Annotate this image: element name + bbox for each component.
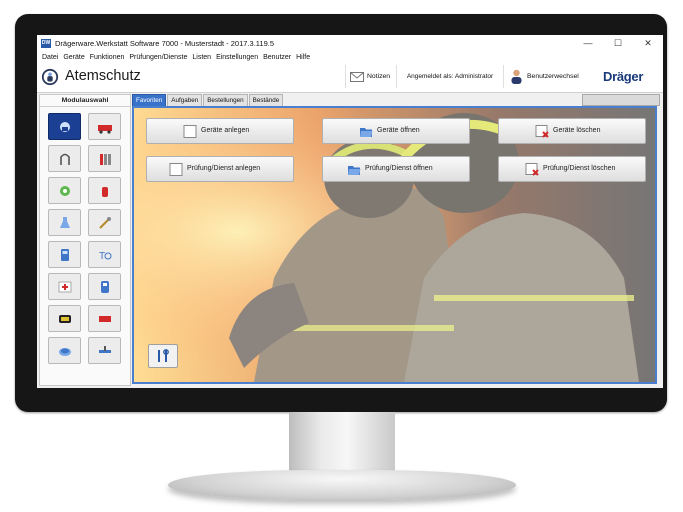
delete-devices-button[interactable]: Geräte löschen xyxy=(498,118,646,144)
sidebar-heading: Modulauswahl xyxy=(40,95,130,107)
extinguisher-icon xyxy=(101,186,108,197)
regulator-icon xyxy=(59,185,70,196)
module-tile-extinguisher[interactable] xyxy=(88,177,121,204)
open-folder-icon xyxy=(360,128,373,137)
menu-geraete[interactable]: Geräte xyxy=(63,54,84,61)
menu-hilfe[interactable]: Hilfe xyxy=(296,54,310,61)
close-button[interactable]: ✕ xyxy=(633,35,663,51)
module-tile-filter[interactable] xyxy=(48,337,81,364)
svg-text:T: T xyxy=(99,251,105,262)
module-tile-mask[interactable] xyxy=(48,113,81,140)
module-tile-fire-truck[interactable] xyxy=(88,113,121,140)
gas-detector-icon xyxy=(58,314,71,323)
filter-icon xyxy=(58,347,71,356)
page-title: Atemschutz xyxy=(65,68,141,84)
menu-funktionen[interactable]: Funktionen xyxy=(90,54,125,61)
menu-einstellungen[interactable]: Einstellungen xyxy=(216,54,258,61)
cylinder-rack-icon xyxy=(99,153,111,165)
create-test-button[interactable]: Prüfung/Dienst anlegen xyxy=(146,156,294,182)
flask-icon xyxy=(59,216,70,228)
create-test-label: Prüfung/Dienst anlegen xyxy=(187,165,261,172)
monitor-stand-base xyxy=(168,470,516,500)
delete-test-label: Prüfung/Dienst löschen xyxy=(543,165,616,172)
module-tile-valve[interactable] xyxy=(88,337,121,364)
app-window: DW Drägerware.Werkstatt Software 7000 - … xyxy=(37,35,663,388)
tools-icon xyxy=(98,216,111,229)
menu-benutzer[interactable]: Benutzer xyxy=(263,54,291,61)
test-device-icon: T xyxy=(99,251,111,262)
open-devices-label: Geräte öffnen xyxy=(377,127,420,134)
hose-icon xyxy=(59,153,70,165)
open-test-button[interactable]: Prüfung/Dienst öffnen xyxy=(322,156,470,182)
logged-in-user: Angemeldet als: Administrator xyxy=(396,65,504,88)
minimize-button[interactable]: — xyxy=(573,35,603,51)
module-tile-test-device[interactable]: T xyxy=(88,241,121,268)
notes-label: Notizen xyxy=(367,73,391,80)
mask-icon xyxy=(59,121,70,132)
title-bar: DW Drägerware.Werkstatt Software 7000 - … xyxy=(37,35,663,51)
open-devices-button[interactable]: Geräte öffnen xyxy=(322,118,470,144)
tools-button[interactable] xyxy=(148,344,178,368)
firefighter-background-image xyxy=(134,108,655,382)
module-tile-tools[interactable] xyxy=(88,209,121,236)
module-sidebar: Modulauswahl T xyxy=(39,94,131,386)
maximize-button[interactable]: ☐ xyxy=(603,35,633,51)
module-tile-chemical-suit[interactable] xyxy=(88,273,121,300)
valve-icon xyxy=(98,345,111,353)
open-folder-icon xyxy=(348,166,361,175)
search-box[interactable] xyxy=(582,94,660,106)
notes-button[interactable]: Notizen xyxy=(345,65,394,88)
tab-bar: Favoriten Aufgaben Bestellungen Bestände xyxy=(132,94,284,107)
menu-listen[interactable]: Listen xyxy=(192,54,211,61)
red-device-icon xyxy=(98,315,111,322)
breathing-mask-icon xyxy=(41,68,59,86)
open-test-label: Prüfung/Dienst öffnen xyxy=(365,165,433,172)
window-title: Drägerware.Werkstatt Software 7000 - Mus… xyxy=(55,38,274,48)
brand-logo: Dräger xyxy=(603,69,644,84)
user-icon xyxy=(511,69,522,84)
module-tile-cylinder-rack[interactable] xyxy=(88,145,121,172)
delete-test-button[interactable]: Prüfung/Dienst löschen xyxy=(498,156,646,182)
chemical-suit-icon xyxy=(100,280,109,293)
module-tile-regulator[interactable] xyxy=(48,177,81,204)
tools-icon xyxy=(158,349,169,362)
monitor-stand-neck xyxy=(289,412,395,476)
envelope-icon xyxy=(350,71,364,82)
favorites-panel: Geräte anlegen Geräte öffnen Geräte lösc… xyxy=(132,106,657,384)
delete-doc-icon xyxy=(535,125,549,138)
module-tile-first-aid[interactable] xyxy=(48,273,81,300)
meter-icon xyxy=(60,248,69,261)
menu-datei[interactable]: Datei xyxy=(42,54,58,61)
module-tile-red-device[interactable] xyxy=(88,305,121,332)
delete-doc-icon xyxy=(525,163,539,176)
fire-truck-icon xyxy=(97,124,112,134)
module-tile-hose[interactable] xyxy=(48,145,81,172)
module-tile-meter[interactable] xyxy=(48,241,81,268)
menu-bar: Datei Geräte Funktionen Prüfungen/Dienst… xyxy=(37,51,663,63)
blank-doc-icon xyxy=(183,125,197,138)
blank-doc-icon xyxy=(169,163,183,176)
switch-user-button[interactable]: Benutzerwechsel xyxy=(507,65,597,88)
switch-user-label: Benutzerwechsel xyxy=(527,73,579,80)
app-icon: DW xyxy=(41,38,51,48)
delete-devices-label: Geräte löschen xyxy=(553,127,601,134)
create-devices-label: Geräte anlegen xyxy=(201,127,250,134)
app-header: Atemschutz Notizen Angemeldet als: Admin… xyxy=(37,63,663,93)
module-tile-gas-detector[interactable] xyxy=(48,305,81,332)
menu-pruefungen[interactable]: Prüfungen/Dienste xyxy=(129,54,187,61)
create-devices-button[interactable]: Geräte anlegen xyxy=(146,118,294,144)
first-aid-icon xyxy=(58,281,71,292)
module-tile-flask[interactable] xyxy=(48,209,81,236)
